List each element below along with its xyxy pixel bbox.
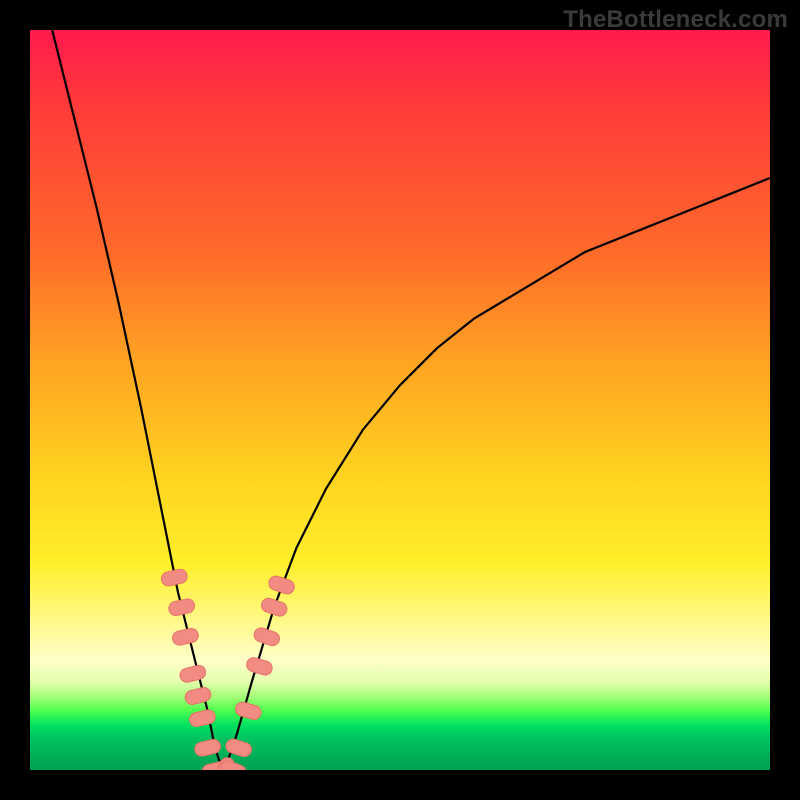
- marker-pill: [260, 596, 289, 617]
- marker-pill: [171, 627, 199, 646]
- marker-pill: [252, 626, 281, 647]
- marker-pill: [188, 708, 216, 727]
- watermark-text: TheBottleneck.com: [563, 6, 788, 34]
- curve-layer: [30, 30, 770, 770]
- marker-pill: [178, 664, 207, 684]
- bottleneck-curve-path: [52, 30, 770, 770]
- marker-pill: [267, 574, 296, 595]
- marker-pill: [245, 656, 274, 677]
- marker-pill: [167, 598, 195, 617]
- plot-area: [30, 30, 770, 770]
- chart-stage: TheBottleneck.com: [0, 0, 800, 800]
- marker-pill: [184, 686, 213, 706]
- marker-pill: [234, 700, 263, 721]
- marker-pill: [224, 737, 253, 758]
- marker-pill: [160, 568, 188, 587]
